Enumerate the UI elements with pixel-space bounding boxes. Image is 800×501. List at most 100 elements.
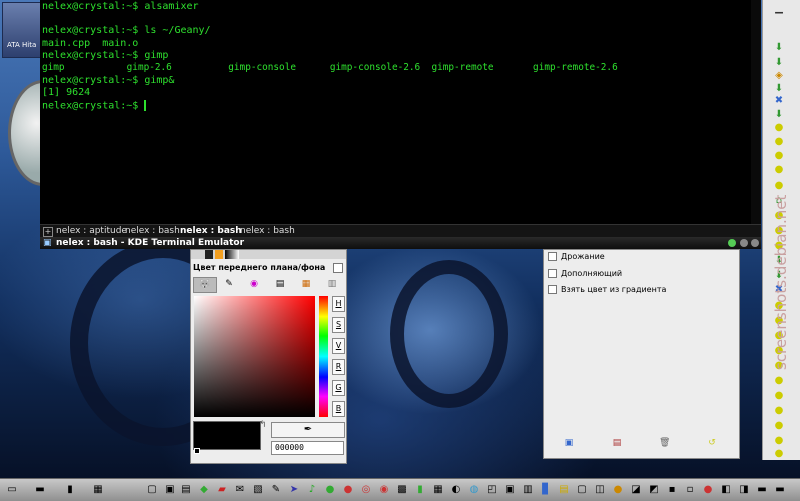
terminal-titlebar[interactable]: ▣ nelex : bash - KDE Terminal Emulator	[40, 237, 761, 249]
app-icon[interactable]: ▢	[576, 484, 588, 496]
tray-download-icon[interactable]: ⬇	[773, 42, 785, 53]
app-icon[interactable]: ◩	[648, 484, 660, 496]
channel-g-button[interactable]: G	[332, 380, 345, 396]
terminal-icon[interactable]: ▣	[164, 484, 176, 496]
app-icon[interactable]: ▣	[504, 484, 516, 496]
gradient-tab-icon[interactable]	[225, 250, 239, 259]
terminal-prompt: nelex@crystal:~$	[42, 100, 147, 112]
minimize-icon[interactable]	[740, 239, 748, 247]
tray-package-icon[interactable]: ●	[773, 405, 785, 416]
tray-remove-icon[interactable]: ✖	[773, 95, 785, 106]
checkbox[interactable]	[548, 269, 557, 278]
tray-package-icon[interactable]: ●	[773, 390, 785, 401]
brush-tab-icon[interactable]	[205, 250, 213, 259]
app-icon[interactable]: ◧	[720, 484, 732, 496]
scales-selector-icon[interactable]: ▤	[269, 277, 291, 291]
option-jitter[interactable]: Дрожание	[548, 252, 605, 261]
editor-icon[interactable]: ✎	[270, 484, 282, 496]
calendar-icon[interactable]: ▦	[92, 484, 104, 496]
restore-options-icon[interactable]: ▤	[612, 438, 622, 448]
mail-icon[interactable]: ✉	[234, 484, 246, 496]
app-icon[interactable]: ◨	[738, 484, 750, 496]
app-icon[interactable]: ●	[702, 484, 714, 496]
app-icon[interactable]: ▮	[414, 484, 426, 496]
drive-launcher-icon[interactable]: ▬	[34, 484, 46, 496]
option-label: Взять цвет из градиента	[561, 285, 667, 294]
maximize-icon[interactable]	[728, 239, 736, 247]
window-title: nelex : bash - KDE Terminal Emulator	[56, 238, 245, 248]
foreground-color-swatch[interactable]	[193, 421, 261, 450]
app-icon[interactable]: ▫	[684, 484, 696, 496]
tray-download-icon[interactable]: ⬇	[773, 57, 785, 68]
channel-v-button[interactable]: V	[332, 338, 345, 354]
watercolor-selector-icon[interactable]: ▦	[295, 277, 317, 291]
app-icon[interactable]: ▩	[396, 484, 408, 496]
terminal-output[interactable]: nelex@crystal:~$ alsamixer nelex@crystal…	[40, 0, 761, 224]
close-icon[interactable]	[751, 239, 759, 247]
skype-icon[interactable]: ◍	[468, 484, 480, 496]
monitor-icon[interactable]: ▊	[540, 484, 552, 496]
tray-download-icon[interactable]: ⬇	[773, 83, 785, 94]
music-icon[interactable]: ♪	[306, 484, 318, 496]
app-icon[interactable]: ◐	[450, 484, 462, 496]
app-icon[interactable]: ◉	[378, 484, 390, 496]
swap-colors-icon[interactable]: ↰	[259, 420, 267, 430]
pattern-tab-icon[interactable]	[215, 250, 223, 259]
default-colors-icon[interactable]	[194, 448, 200, 454]
minimize-panel-icon[interactable]: ▁	[773, 3, 785, 14]
app-icon[interactable]: ▪	[666, 484, 678, 496]
save-options-icon[interactable]: ▣	[564, 438, 574, 448]
channel-s-button[interactable]: S	[332, 317, 345, 333]
gimp-selector-icon[interactable]: 🐺	[193, 277, 217, 293]
dock-tab-strip[interactable]	[191, 250, 346, 259]
tray-package-icon[interactable]: ◈	[773, 70, 785, 81]
checkbox[interactable]	[548, 285, 557, 294]
app-icon[interactable]: ◰	[486, 484, 498, 496]
delete-options-icon[interactable]: 🗑	[659, 438, 670, 448]
eyedropper-button[interactable]: ✒	[271, 422, 345, 438]
file-manager-icon[interactable]: ▤	[180, 484, 192, 496]
pointer-icon[interactable]: ➤	[288, 484, 300, 496]
app-icon[interactable]: ◆	[198, 484, 210, 496]
option-use-gradient[interactable]: Взять цвет из градиента	[548, 285, 666, 294]
terminal-app-icon: ▣	[43, 238, 52, 248]
tray-package-icon[interactable]: ●	[773, 375, 785, 386]
wheel-selector-icon[interactable]: ◉	[243, 277, 265, 291]
option-incremental[interactable]: Дополняющий	[548, 269, 622, 278]
palette-selector-icon[interactable]: ▥	[321, 277, 343, 291]
drive-icon[interactable]: ATA Hita	[2, 2, 42, 58]
channel-b-button[interactable]: B	[332, 401, 345, 417]
reset-options-icon[interactable]: ↺	[707, 438, 717, 448]
app-icon[interactable]: ▤	[558, 484, 570, 496]
hue-slider[interactable]	[319, 296, 328, 417]
dialog-menu-icon[interactable]	[333, 263, 343, 273]
app-icon[interactable]: ▥	[522, 484, 534, 496]
app-icon[interactable]: ◫	[594, 484, 606, 496]
show-desktop-icon[interactable]: ▢	[146, 484, 158, 496]
cmyk-selector-icon[interactable]: ✎	[218, 277, 240, 291]
option-label: Дрожание	[561, 252, 605, 261]
menu-launcher-icon[interactable]: ▭	[6, 484, 18, 496]
app-icon[interactable]: ●	[324, 484, 336, 496]
tray-package-icon[interactable]: ●	[773, 448, 785, 459]
tray-package-icon[interactable]: ●	[773, 435, 785, 446]
terminal-line: nelex@crystal:~$ ls ~/Geany/	[42, 25, 211, 36]
new-tab-icon[interactable]: +	[43, 227, 53, 237]
pdf-icon[interactable]: ▰	[216, 484, 228, 496]
app-icon[interactable]: ▦	[432, 484, 444, 496]
app-icon[interactable]: ▬	[774, 484, 786, 496]
terminal-scrollbar[interactable]	[751, 0, 761, 224]
checkbox[interactable]	[548, 252, 557, 261]
saturation-value-picker[interactable]	[194, 296, 315, 417]
app-icon[interactable]: ◪	[630, 484, 642, 496]
image-viewer-icon[interactable]: ▧	[252, 484, 264, 496]
channel-h-button[interactable]: H	[332, 296, 345, 312]
app-icon[interactable]: ●	[612, 484, 624, 496]
hex-color-input[interactable]: 000000	[271, 441, 344, 455]
app-icon[interactable]: ▬	[756, 484, 768, 496]
channel-r-button[interactable]: R	[332, 359, 345, 375]
lifebuoy-icon[interactable]: ◎	[360, 484, 372, 496]
app-icon[interactable]: ●	[342, 484, 354, 496]
pager-icon[interactable]: ▮	[64, 484, 76, 496]
tray-package-icon[interactable]: ●	[773, 420, 785, 431]
